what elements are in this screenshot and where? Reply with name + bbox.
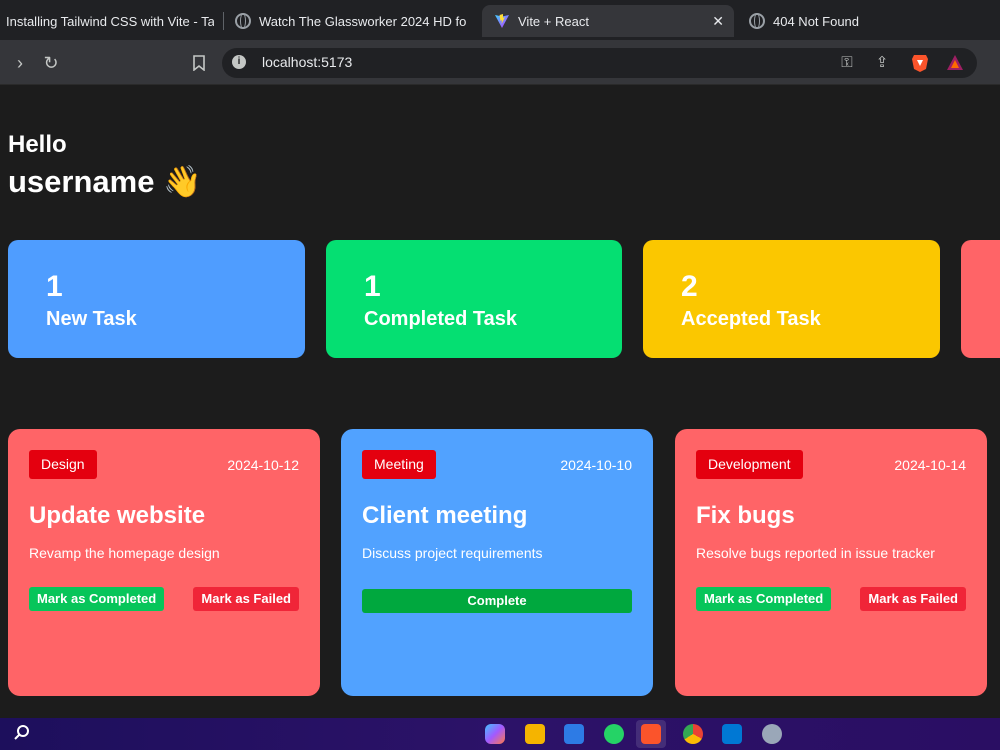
tab-404[interactable]: 404 Not Found — [749, 5, 949, 37]
stat-count: 1 — [46, 270, 63, 303]
reload-icon[interactable]: ↻ — [39, 51, 63, 75]
share-icon[interactable]: ⇪ — [871, 52, 893, 74]
task-description: Revamp the homepage design — [29, 545, 220, 561]
task-title: Fix bugs — [696, 502, 795, 529]
url-text[interactable]: localhost:5173 — [262, 54, 352, 70]
tab-title: 404 Not Found — [773, 13, 860, 29]
whatsapp-icon[interactable] — [604, 724, 624, 744]
tab-vite-react[interactable]: Vite + React ✕ — [482, 5, 734, 37]
stat-accepted-task: 2 Accepted Task — [643, 240, 940, 358]
bookmark-icon[interactable] — [187, 51, 211, 75]
tab-glassworker[interactable]: Watch The Glassworker 2024 HD for Free — [235, 5, 467, 37]
stat-label: New Task — [46, 308, 137, 330]
tab-tailwind[interactable]: Installing Tailwind CSS with Vite - Tail… — [0, 5, 214, 37]
key-icon[interactable]: ⚿ — [836, 52, 858, 74]
greeting-hello: Hello — [8, 131, 67, 158]
task-card: Design 2024-10-12 Update website Revamp … — [8, 429, 320, 696]
brave-rewards-icon[interactable] — [944, 52, 966, 74]
stat-count: 1 — [364, 270, 381, 303]
waving-hand-icon: 👋 — [163, 164, 202, 199]
category-badge: Design — [29, 450, 97, 479]
task-description: Resolve bugs reported in issue tracker — [696, 545, 935, 561]
chrome-icon[interactable] — [683, 724, 703, 744]
search-icon[interactable] — [12, 724, 32, 744]
task-date: 2024-10-10 — [560, 457, 632, 473]
globe-icon — [749, 13, 765, 29]
stat-completed-task: 1 Completed Task — [326, 240, 622, 358]
globe-icon — [235, 13, 251, 29]
tab-title: Watch The Glassworker 2024 HD for Free — [259, 13, 467, 29]
task-date: 2024-10-12 — [227, 457, 299, 473]
category-badge: Development — [696, 450, 803, 479]
app-icon[interactable] — [762, 724, 782, 744]
vscode-icon[interactable] — [722, 724, 742, 744]
task-title: Update website — [29, 502, 206, 529]
category-badge: Meeting — [362, 450, 436, 479]
tab-title: Installing Tailwind CSS with Vite - Tail… — [6, 13, 214, 29]
greeting-username: username 👋 — [8, 163, 202, 200]
task-card: Meeting 2024-10-10 Client meeting Discus… — [341, 429, 653, 696]
tab-strip: Installing Tailwind CSS with Vite - Tail… — [0, 0, 1000, 40]
mark-completed-button[interactable]: Mark as Completed — [696, 587, 832, 611]
forward-icon[interactable]: › — [8, 51, 32, 75]
store-icon[interactable] — [564, 724, 584, 744]
site-info-icon[interactable]: i — [232, 55, 246, 69]
complete-status-button[interactable]: Complete — [362, 589, 632, 613]
stat-failed-task — [961, 240, 1000, 358]
tab-separator — [223, 12, 224, 30]
file-explorer-icon[interactable] — [525, 724, 545, 744]
brave-icon[interactable] — [641, 724, 661, 744]
stat-new-task: 1 New Task — [8, 240, 305, 358]
page-content: Hello username 👋 1 New Task 1 Completed … — [0, 86, 1000, 718]
stat-count: 2 — [681, 270, 698, 303]
username-text: username — [8, 164, 155, 199]
brave-shields-icon[interactable] — [909, 52, 931, 74]
stat-label: Completed Task — [364, 308, 517, 330]
task-card: Development 2024-10-14 Fix bugs Resolve … — [675, 429, 987, 696]
mark-completed-button[interactable]: Mark as Completed — [29, 587, 165, 611]
taskbar — [0, 718, 1000, 750]
close-tab-icon[interactable]: ✕ — [712, 13, 724, 30]
stat-label: Accepted Task — [681, 308, 821, 330]
copilot-icon[interactable] — [485, 724, 505, 744]
tab-title: Vite + React — [518, 13, 589, 29]
mark-failed-button[interactable]: Mark as Failed — [193, 587, 299, 611]
task-description: Discuss project requirements — [362, 545, 543, 561]
task-title: Client meeting — [362, 502, 528, 529]
mark-failed-button[interactable]: Mark as Failed — [860, 587, 966, 611]
task-date: 2024-10-14 — [894, 457, 966, 473]
vite-logo-icon — [495, 14, 509, 28]
